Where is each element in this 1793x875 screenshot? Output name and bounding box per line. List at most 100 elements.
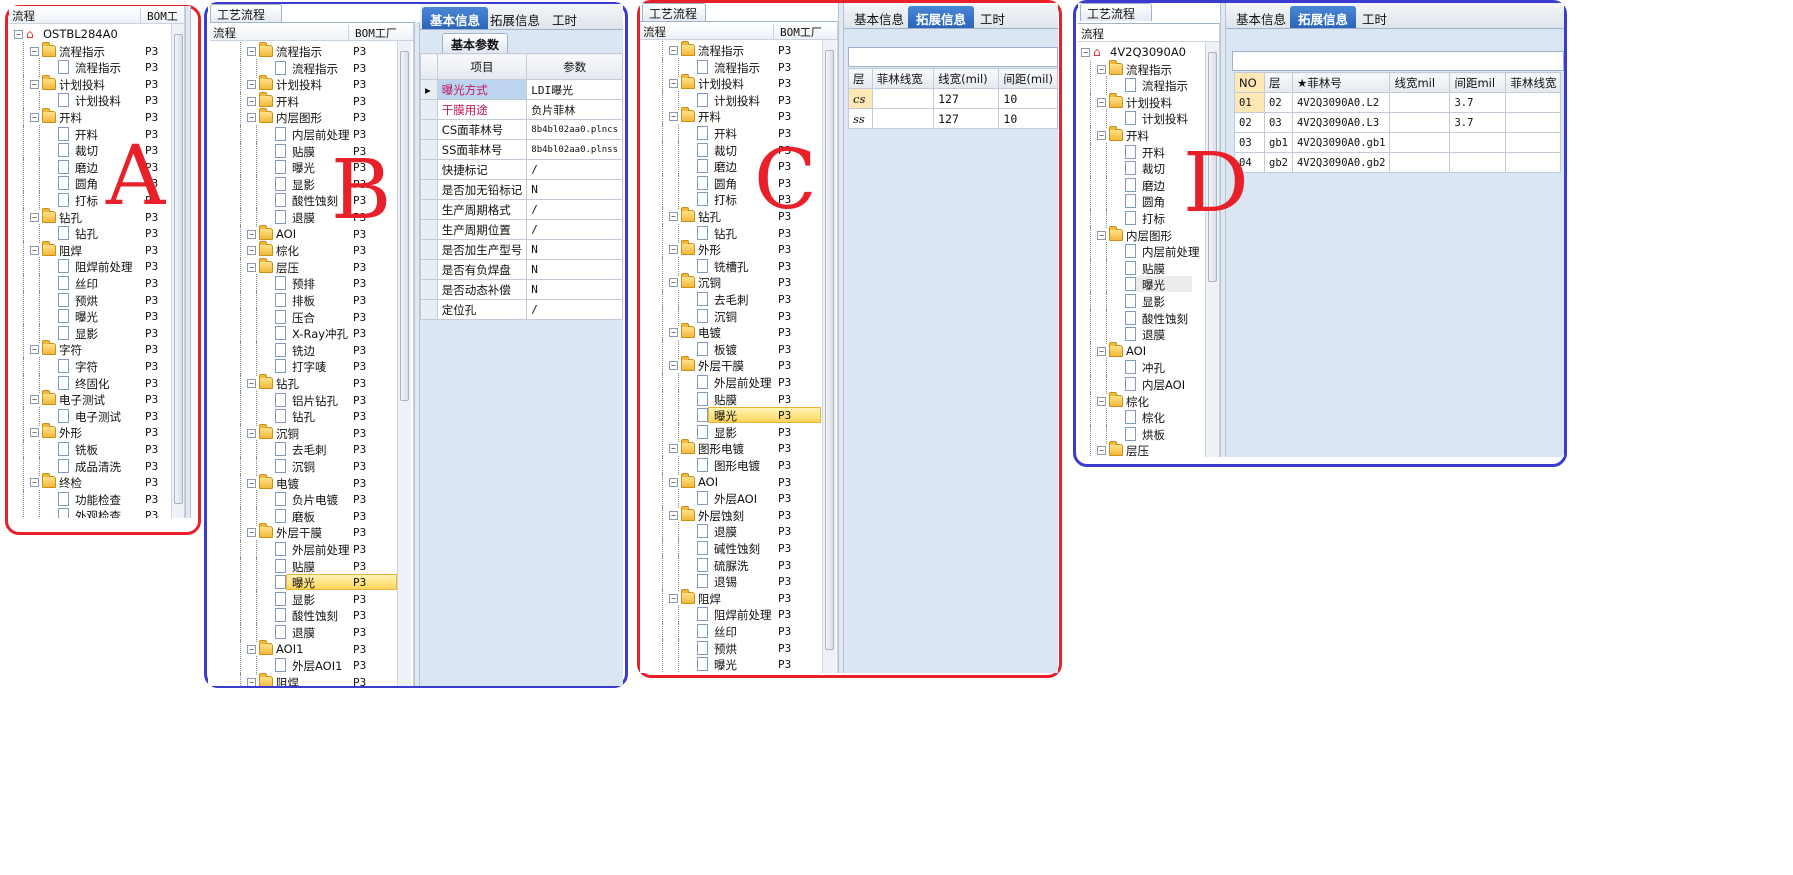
tab-basic-info[interactable]: 基本信息 bbox=[846, 6, 912, 28]
column-header[interactable]: NO bbox=[1234, 72, 1265, 93]
subtab-basic-params[interactable]: 基本参数 bbox=[442, 33, 509, 53]
row-indicator[interactable] bbox=[420, 239, 438, 260]
expand-toggle-icon[interactable]: − bbox=[669, 361, 678, 371]
table-row[interactable]: 是否有负焊盘 N bbox=[420, 259, 623, 280]
tree-scrollbar[interactable] bbox=[1205, 42, 1219, 457]
table-cell[interactable]: gb2 bbox=[1264, 152, 1293, 173]
expand-toggle-icon[interactable]: − bbox=[247, 428, 256, 438]
expand-toggle-icon[interactable]: − bbox=[669, 46, 678, 55]
flow-column-header[interactable]: 流程 bbox=[643, 24, 666, 40]
param-value[interactable]: 8b4bl02aa0.plncs bbox=[526, 119, 623, 140]
table-row[interactable]: 定位孔 / bbox=[420, 299, 623, 320]
tab-basic-info[interactable]: 基本信息 bbox=[1228, 6, 1294, 28]
expand-toggle-icon[interactable]: − bbox=[30, 245, 39, 255]
table-row[interactable]: 是否动态补偿 N bbox=[420, 279, 623, 300]
expand-toggle-icon[interactable]: − bbox=[30, 345, 39, 355]
column-header[interactable]: 间距mil bbox=[1449, 72, 1507, 93]
expand-toggle-icon[interactable]: − bbox=[247, 80, 256, 90]
table-row[interactable]: 快捷标记 / bbox=[420, 159, 623, 180]
table-cell[interactable]: 10 bbox=[998, 88, 1058, 109]
expand-toggle-icon[interactable]: − bbox=[247, 47, 256, 56]
tree-folder-node[interactable]: − 层压 bbox=[1078, 441, 1219, 457]
table-cell[interactable] bbox=[1389, 112, 1451, 133]
table-cell[interactable] bbox=[1505, 132, 1562, 153]
param-value[interactable]: N bbox=[526, 259, 623, 280]
tree-scrollbar[interactable] bbox=[171, 24, 184, 518]
table-cell[interactable]: 02 bbox=[1234, 112, 1265, 133]
expand-toggle-icon[interactable]: − bbox=[30, 212, 39, 222]
expand-toggle-icon[interactable]: − bbox=[247, 262, 256, 272]
table-cell[interactable] bbox=[1505, 152, 1562, 173]
table-cell[interactable] bbox=[1449, 132, 1507, 153]
expand-toggle-icon[interactable]: − bbox=[30, 79, 39, 89]
expand-toggle-icon[interactable]: − bbox=[247, 528, 256, 538]
expand-toggle-icon[interactable]: − bbox=[247, 229, 256, 239]
table-cell[interactable] bbox=[871, 108, 935, 129]
column-header[interactable]: 参数 bbox=[526, 53, 623, 80]
param-value[interactable]: / bbox=[526, 299, 623, 320]
row-indicator[interactable] bbox=[420, 219, 438, 240]
tab-basic-info[interactable]: 基本信息 bbox=[422, 7, 489, 29]
table-cell[interactable] bbox=[1505, 112, 1562, 133]
table-row[interactable]: 03 gb1 4V2Q3090A0.gb1 bbox=[1234, 132, 1562, 153]
tab-process-flow[interactable]: 工艺流程 bbox=[210, 4, 282, 22]
expand-toggle-icon[interactable]: − bbox=[669, 510, 678, 520]
table-cell[interactable]: 3.7 bbox=[1449, 112, 1507, 133]
expand-toggle-icon[interactable]: − bbox=[669, 245, 678, 255]
expand-toggle-icon[interactable]: − bbox=[1097, 446, 1106, 456]
row-indicator[interactable] bbox=[420, 119, 438, 140]
expand-toggle-icon[interactable]: − bbox=[669, 79, 678, 89]
param-value[interactable]: 负片菲林 bbox=[526, 99, 623, 120]
param-value[interactable]: N bbox=[526, 279, 623, 300]
expand-toggle-icon[interactable]: − bbox=[247, 379, 256, 388]
column-header[interactable]: 菲林线宽 bbox=[1505, 72, 1562, 93]
table-cell[interactable] bbox=[1505, 92, 1562, 113]
expand-toggle-icon[interactable]: − bbox=[14, 30, 23, 39]
expand-toggle-icon[interactable]: − bbox=[669, 593, 678, 603]
param-value[interactable]: / bbox=[526, 219, 623, 240]
tree-leaf-node[interactable]: 外观检查 P3 bbox=[9, 506, 184, 518]
expand-toggle-icon[interactable]: − bbox=[247, 478, 256, 488]
row-indicator[interactable] bbox=[420, 179, 438, 200]
table-row[interactable]: 生产周期位置 / bbox=[420, 219, 623, 240]
row-indicator[interactable] bbox=[420, 159, 438, 180]
column-header[interactable]: 线宽(mil) bbox=[933, 68, 1000, 89]
table-row[interactable]: CS面菲林号 8b4bl02aa0.plncs bbox=[420, 119, 623, 140]
expand-toggle-icon[interactable]: − bbox=[30, 478, 39, 488]
tab-work-hours[interactable]: 工时 bbox=[1354, 6, 1395, 28]
tab-extended-info[interactable]: 拓展信息 bbox=[1290, 6, 1357, 28]
flow-column-header[interactable]: 流程 bbox=[1081, 26, 1104, 42]
param-value[interactable]: / bbox=[526, 199, 623, 220]
flow-column-header[interactable]: 流程 bbox=[12, 8, 35, 24]
table-cell[interactable]: 01 bbox=[1234, 92, 1265, 113]
expand-toggle-icon[interactable]: − bbox=[30, 428, 39, 438]
expand-toggle-icon[interactable]: − bbox=[247, 246, 256, 256]
table-row[interactable]: 是否加无铅标记 N bbox=[420, 179, 623, 200]
tab-extended-info[interactable]: 拓展信息 bbox=[482, 7, 548, 29]
row-indicator[interactable] bbox=[420, 99, 438, 120]
expand-toggle-icon[interactable]: − bbox=[669, 112, 678, 122]
expand-toggle-icon[interactable]: − bbox=[247, 677, 256, 686]
table-cell[interactable]: 4V2Q3090A0.gb1 bbox=[1291, 132, 1391, 153]
tab-process-flow[interactable]: 工艺流程 bbox=[1080, 3, 1152, 21]
expand-toggle-icon[interactable]: − bbox=[669, 477, 678, 487]
column-header[interactable]: 间距(mil) bbox=[998, 68, 1058, 89]
bom-column-header[interactable]: BOM工厂 bbox=[348, 25, 397, 41]
bom-column-header[interactable]: BOM工 bbox=[140, 8, 178, 24]
table-row[interactable]: 是否加生产型号 N bbox=[420, 239, 623, 260]
expand-toggle-icon[interactable]: − bbox=[1097, 97, 1106, 107]
column-header[interactable]: ★菲林号 bbox=[1291, 72, 1391, 93]
expand-toggle-icon[interactable]: − bbox=[1081, 48, 1090, 57]
tab-process-flow[interactable]: 工艺流程 bbox=[642, 3, 706, 21]
row-indicator[interactable]: ▸ bbox=[420, 79, 438, 100]
column-header[interactable]: 层 bbox=[848, 68, 873, 89]
tree-scrollbar[interactable] bbox=[822, 40, 836, 673]
param-value[interactable]: N bbox=[526, 239, 623, 260]
table-cell[interactable]: 4V2Q3090A0.L2 bbox=[1291, 92, 1391, 113]
row-indicator-header[interactable] bbox=[420, 53, 438, 80]
table-cell[interactable]: 03 bbox=[1264, 112, 1293, 133]
table-cell[interactable] bbox=[871, 88, 935, 109]
table-row[interactable]: 干膜用途 负片菲林 bbox=[420, 99, 623, 120]
expand-toggle-icon[interactable]: − bbox=[1097, 230, 1106, 240]
splitter-a[interactable] bbox=[185, 6, 191, 518]
